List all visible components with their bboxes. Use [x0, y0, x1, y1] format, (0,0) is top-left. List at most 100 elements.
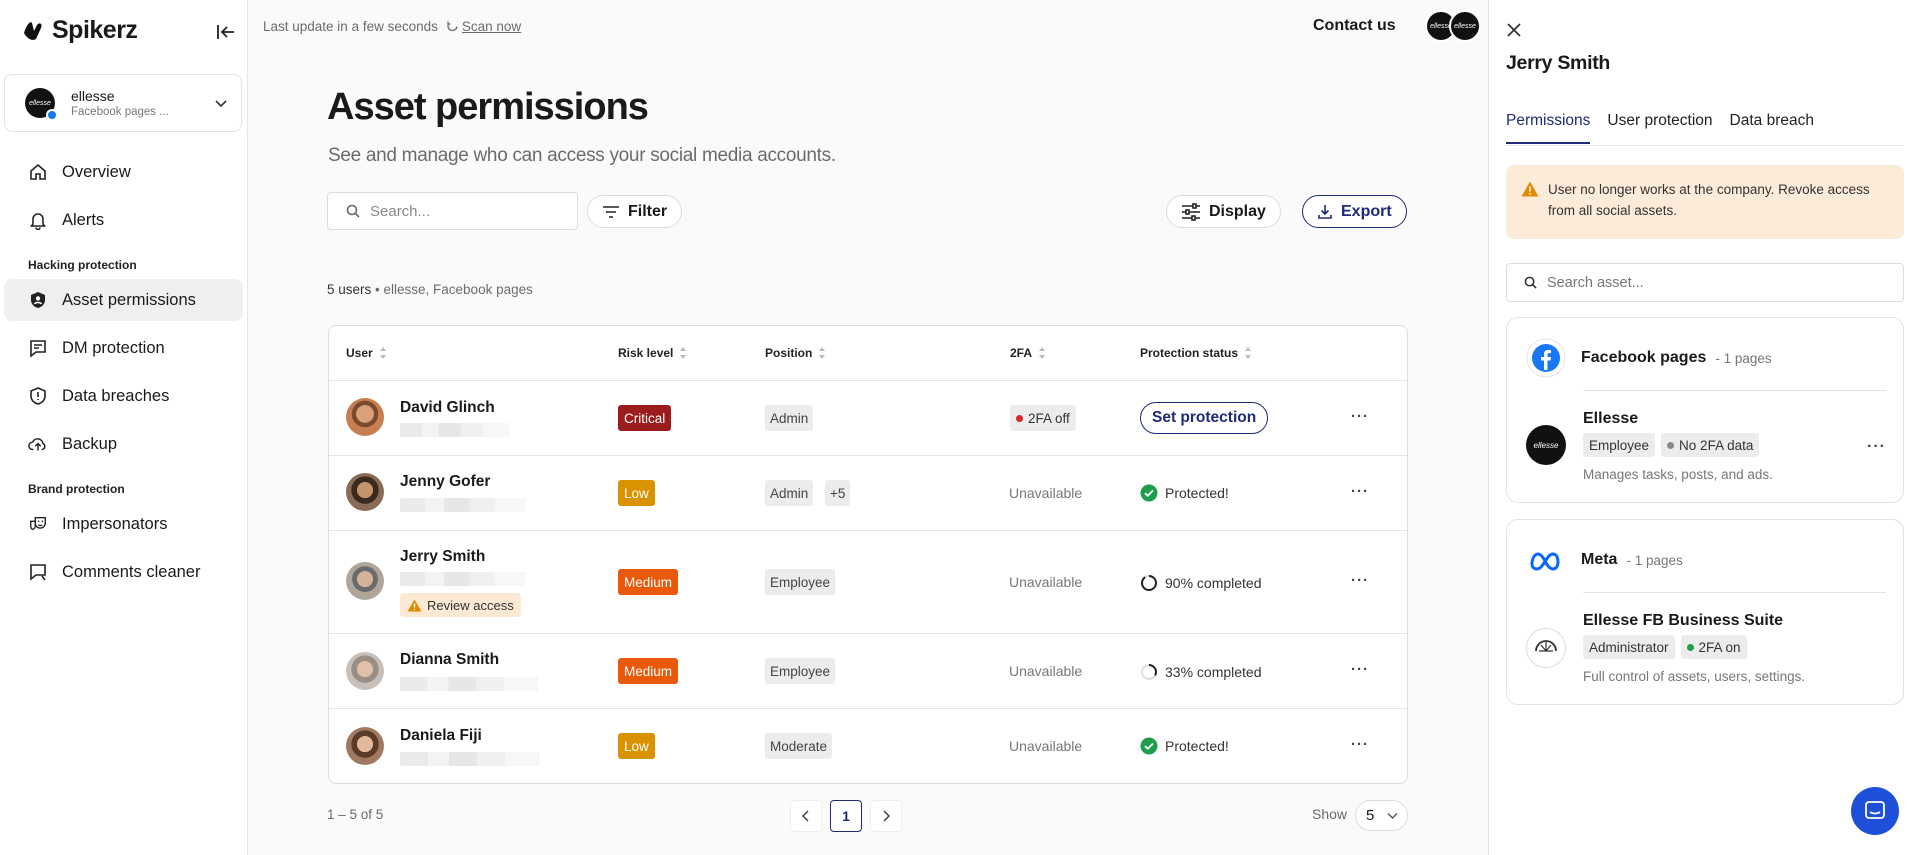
2fa-tag: No 2FA data [1661, 433, 1760, 457]
user-name: David Glinch [400, 399, 495, 416]
set-protection-button[interactable]: Set protection [1140, 402, 1269, 434]
column-label: 2FA [1010, 346, 1033, 360]
sidebar-item-alerts[interactable]: Alerts [4, 199, 243, 241]
close-icon[interactable] [1506, 22, 1522, 43]
status-label: 90% completed [1165, 575, 1262, 591]
asset-group-card: Meta - 1 pages Ellesse FB Business Suite… [1506, 519, 1904, 705]
asset-group-card: Facebook pages - 1 pages ellesse Ellesse… [1506, 317, 1904, 503]
asset-search-box[interactable] [1506, 263, 1904, 302]
export-button[interactable]: Export [1302, 195, 1407, 228]
position-extra-tag[interactable]: +5 [825, 480, 851, 506]
user-count: 5 users [327, 282, 372, 297]
2fa-unavailable: Unavailable [1009, 485, 1083, 501]
sliders-icon [1182, 202, 1200, 221]
card-divider [1583, 592, 1886, 593]
panel-title: Jerry Smith [1506, 52, 1610, 74]
page-size-select[interactable]: 5 [1355, 800, 1408, 831]
show-label: Show [1312, 806, 1348, 822]
row-more-icon[interactable]: ··· [1351, 483, 1369, 500]
prev-page-icon[interactable] [790, 800, 822, 832]
role-tag: Administrator [1583, 635, 1675, 659]
column-header-risk[interactable]: Risk level [618, 326, 687, 380]
last-update-bar: Last update in a few seconds Scan now [263, 19, 521, 34]
filter-label: Filter [628, 202, 668, 220]
asset-description: Manages tasks, posts, and ads. [1583, 467, 1773, 482]
chat-support-button[interactable] [1851, 787, 1899, 835]
contact-us-link[interactable]: Contact us [1313, 17, 1396, 35]
column-label: Risk level [618, 346, 674, 360]
sidebar: Spikerz ellesse ellesse Facebook pages .… [0, 0, 248, 855]
sidebar-item-data-breaches[interactable]: Data breaches [4, 375, 243, 417]
row-more-icon[interactable]: ··· [1351, 572, 1369, 589]
risk-badge: Low [618, 733, 655, 759]
search-input[interactable] [370, 202, 560, 220]
column-header-protection[interactable]: Protection status [1140, 326, 1252, 380]
tab-user-protection[interactable]: User protection [1607, 112, 1712, 144]
filter-button[interactable]: Filter [587, 195, 683, 228]
group-count: - 1 pages [1715, 350, 1772, 366]
status-label: Protected! [1165, 485, 1229, 501]
user-detail-panel: Jerry Smith Permissions User protection … [1488, 0, 1920, 855]
display-button[interactable]: Display [1166, 195, 1281, 228]
tab-permissions[interactable]: Permissions [1506, 112, 1591, 144]
asset-tags: Employee No 2FA data [1583, 433, 1760, 457]
column-header-position[interactable]: Position [765, 326, 826, 380]
sidebar-item-impersonators[interactable]: Impersonators [4, 503, 243, 545]
2fa-tag: 2FA on [1680, 635, 1747, 659]
sidebar-item-overview[interactable]: Overview [4, 151, 243, 193]
asset-search-input[interactable] [1547, 274, 1877, 291]
page-number-button[interactable]: 1 [830, 800, 862, 832]
avatar [346, 652, 384, 690]
review-access-badge[interactable]: Review access [400, 593, 521, 617]
search-box[interactable] [327, 192, 578, 230]
user-name: Daniela Fiji [400, 727, 482, 744]
warning-banner: User no longer works at the company. Rev… [1506, 165, 1904, 239]
asset-more-icon[interactable]: ··· [1867, 438, 1886, 456]
last-update-text: Last update in a few seconds [263, 19, 438, 34]
scan-now-link[interactable]: Scan now [446, 19, 521, 34]
table-row[interactable]: Daniela Fiji Low Moderate Unavailable Pr… [329, 708, 1407, 783]
asset-group-header[interactable]: Meta - 1 pages [1526, 540, 1683, 580]
app-logo[interactable]: Spikerz [22, 16, 138, 45]
sidebar-item-dm-protection[interactable]: DM protection [4, 327, 243, 369]
sort-icon [680, 347, 687, 359]
row-more-icon[interactable]: ··· [1351, 661, 1369, 678]
column-header-2fa[interactable]: 2FA [1010, 326, 1046, 380]
table-row[interactable]: David Glinch Critical Admin 2FA off Set … [329, 380, 1407, 455]
facebook-badge-icon [46, 109, 58, 121]
avatar [346, 727, 384, 765]
user-email-redacted [400, 752, 540, 766]
position-tag: Employee [765, 658, 836, 684]
warning-text: User no longer works at the company. Rev… [1548, 182, 1870, 218]
sidebar-item-label: DM protection [62, 338, 165, 357]
sidebar-item-label: Comments cleaner [62, 562, 201, 581]
next-page-icon[interactable] [870, 800, 902, 832]
progress-ring-icon [1141, 575, 1157, 591]
row-more-icon[interactable]: ··· [1351, 408, 1369, 425]
table-row[interactable]: Jerry Smith Review access Medium Employe… [329, 530, 1407, 633]
status-label: 33% completed [1165, 664, 1262, 680]
row-more-icon[interactable]: ··· [1351, 736, 1369, 753]
collapse-sidebar-icon[interactable] [214, 20, 238, 44]
download-icon [1318, 204, 1332, 219]
sidebar-item-backup[interactable]: Backup [4, 423, 243, 465]
column-header-user[interactable]: User [346, 326, 387, 380]
risk-badge: Medium [618, 658, 679, 684]
sidebar-item-label: Overview [62, 162, 131, 181]
page-size-value: 5 [1366, 807, 1375, 824]
sidebar-item-label: Asset permissions [62, 290, 196, 309]
results-summary: 5 users • ellesse, Facebook pages [327, 282, 533, 297]
app-name: Spikerz [52, 16, 138, 44]
sidebar-item-asset-permissions[interactable]: Asset permissions [4, 279, 243, 321]
asset-group-header[interactable]: Facebook pages - 1 pages [1526, 338, 1772, 378]
tab-data-breach[interactable]: Data breach [1730, 112, 1814, 144]
account-selector[interactable]: ellesse ellesse Facebook pages ... [4, 74, 242, 132]
table-row[interactable]: Dianna Smith Medium Employee Unavailable… [329, 633, 1407, 708]
sidebar-item-comments-cleaner[interactable]: Comments cleaner [4, 551, 243, 593]
account-avatar: ellesse [25, 88, 58, 121]
connected-accounts[interactable]: ellesse ellesse [1425, 10, 1481, 42]
table-row[interactable]: Jenny Gofer Low Admin +5 Unavailable Pro… [329, 455, 1407, 530]
home-icon [30, 163, 46, 180]
status-dot-icon [1667, 441, 1675, 449]
progress-ring-icon [1141, 664, 1157, 680]
